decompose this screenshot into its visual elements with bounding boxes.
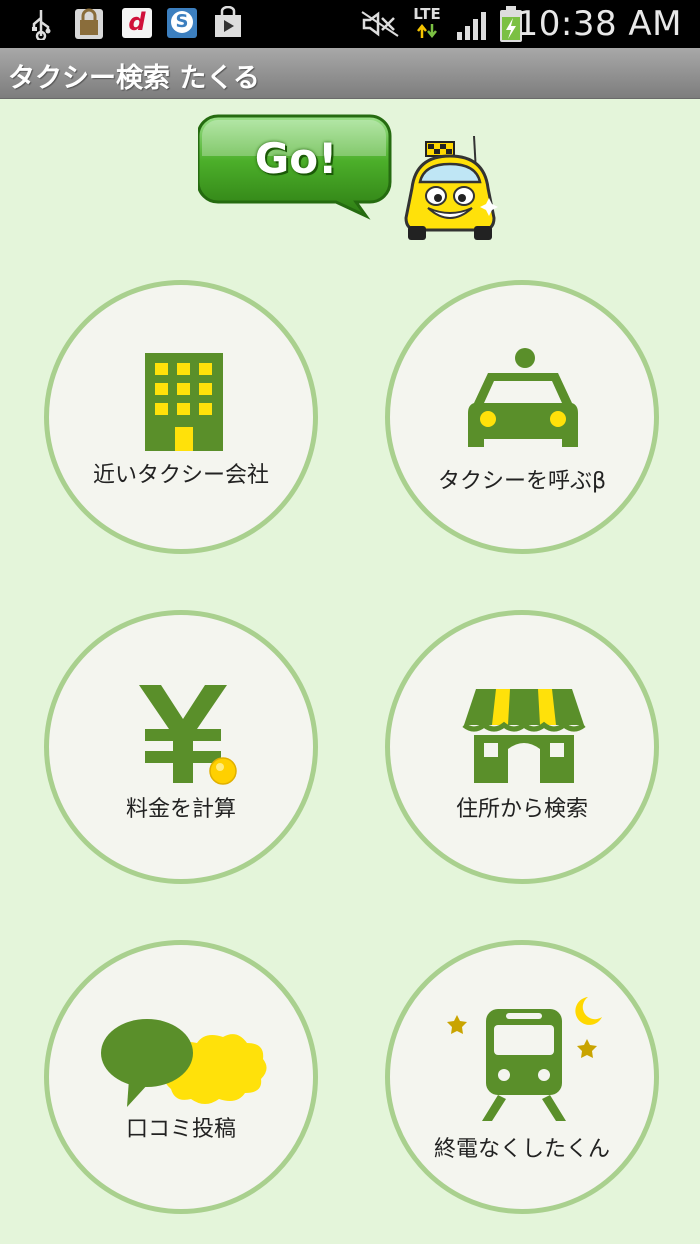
yen-icon [139, 685, 237, 785]
menu-call-taxi[interactable]: タクシーを呼ぶβ [385, 280, 659, 554]
app-title-bar: タクシー検索 たくる [0, 48, 700, 99]
app-title: タクシー検索 たくる [8, 63, 260, 94]
signal-icon [457, 12, 486, 40]
status-bar: d S LTE 10:38 AM [0, 0, 700, 48]
menu-last-train[interactable]: 終電なくしたくん [385, 940, 659, 1214]
menu-label: 口コミ投稿 [125, 1117, 236, 1142]
s-app-icon: S [167, 8, 197, 38]
menu-fare-calc[interactable]: 料金を計算 [44, 610, 318, 884]
menu-label: 料金を計算 [125, 797, 236, 822]
train-icon [447, 997, 602, 1121]
go-text: Go! [254, 134, 338, 183]
menu-label: 近いタクシー会社 [92, 463, 269, 488]
d-menu-icon: d [122, 8, 152, 38]
clock-time: 10:38 AM [516, 4, 682, 44]
menu-label: 終電なくしたくん [433, 1137, 610, 1162]
speech-bubbles-icon [101, 1019, 267, 1107]
building-icon [145, 353, 223, 451]
lock-app-icon [75, 8, 103, 39]
shop-icon [462, 689, 586, 783]
mute-icon [361, 11, 399, 37]
menu-label: 住所から検索 [455, 797, 588, 822]
taxi-icon [468, 348, 578, 447]
data-arrows-icon [417, 23, 437, 39]
menu-post-review[interactable]: 口コミ投稿 [44, 940, 318, 1214]
menu-nearby-companies[interactable]: 近いタクシー会社 [44, 280, 318, 554]
usb-icon [32, 10, 51, 40]
taxi-mascot-icon [404, 135, 498, 240]
play-store-icon [215, 6, 241, 37]
network-type: LTE [410, 4, 444, 39]
menu-address-search[interactable]: 住所から検索 [385, 610, 659, 884]
menu-label: タクシーを呼ぶβ [437, 469, 607, 494]
